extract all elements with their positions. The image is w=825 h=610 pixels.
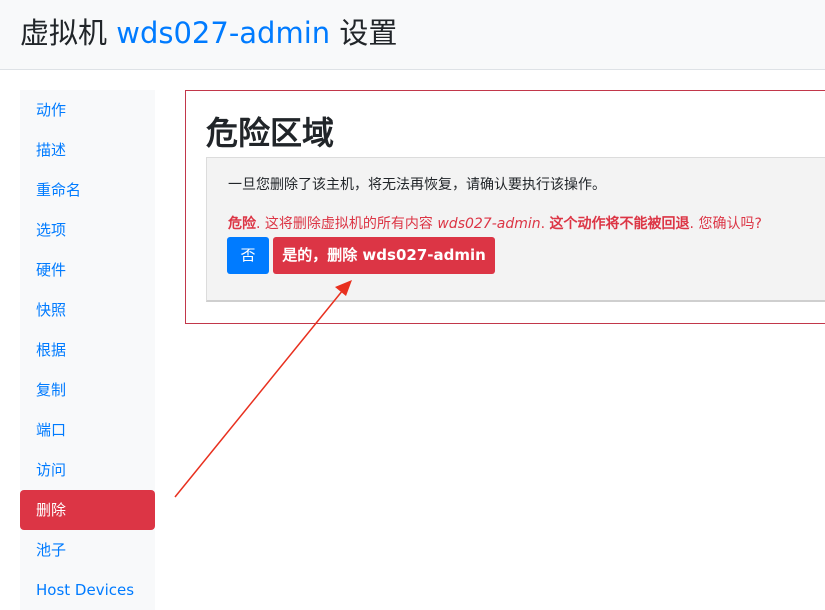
delete-warning: 危险. 这将删除虚拟机的所有内容 wds027-admin. 这个动作将不能被回… — [228, 213, 762, 235]
vm-name-link[interactable]: wds027-admin — [116, 16, 330, 50]
sidebar-item-rename[interactable]: 重命名 — [20, 170, 155, 210]
sidebar-item-clone[interactable]: 复制 — [20, 370, 155, 410]
sidebar-item-based-on[interactable]: 根据 — [20, 330, 155, 370]
warning-text-3: . 您确认吗? — [689, 216, 762, 232]
delete-confirm-card: 一旦您删除了该主机，将无法再恢复，请确认要执行该操作。 危险. 这将删除虚拟机的… — [206, 157, 825, 302]
title-prefix: 虚拟机 — [20, 16, 108, 50]
sidebar-item-description[interactable]: 描述 — [20, 130, 155, 170]
cancel-delete-button[interactable]: 否 — [227, 237, 269, 274]
sidebar-item-ports[interactable]: 端口 — [20, 410, 155, 450]
warning-text-1: . 这将删除虚拟机的所有内容 — [256, 216, 438, 232]
sidebar-item-actions[interactable]: 动作 — [20, 90, 155, 130]
sidebar-item-hardware[interactable]: 硬件 — [20, 250, 155, 290]
page-title: 虚拟机 wds027-admin 设置 — [20, 14, 397, 52]
danger-zone-title: 危险区域 — [206, 114, 335, 152]
confirm-delete-button[interactable]: 是的，删除 wds027-admin — [273, 237, 495, 274]
sidebar-item-pool[interactable]: 池子 — [20, 530, 155, 570]
sidebar-item-host-devices[interactable]: Host Devices — [20, 570, 155, 610]
title-suffix: 设置 — [339, 16, 398, 50]
page-header: 虚拟机 wds027-admin 设置 — [0, 0, 825, 70]
warning-emphasis: 这个动作将不能被回退 — [549, 216, 690, 232]
warning-text-2: . — [540, 216, 550, 232]
sidebar-nav: 动作 描述 重命名 选项 硬件 快照 根据 复制 端口 访问 删除 池子 Hos… — [20, 90, 155, 610]
sidebar-item-access[interactable]: 访问 — [20, 450, 155, 490]
delete-message: 一旦您删除了该主机，将无法再恢复，请确认要执行该操作。 — [228, 177, 606, 193]
danger-zone-panel: 危险区域 一旦您删除了该主机，将无法再恢复，请确认要执行该操作。 危险. 这将删… — [185, 90, 825, 324]
sidebar-item-delete[interactable]: 删除 — [20, 490, 155, 530]
sidebar-item-options[interactable]: 选项 — [20, 210, 155, 250]
warning-vm-name: wds027-admin — [437, 216, 541, 232]
warning-label: 危险 — [228, 216, 256, 232]
sidebar-item-snapshots[interactable]: 快照 — [20, 290, 155, 330]
